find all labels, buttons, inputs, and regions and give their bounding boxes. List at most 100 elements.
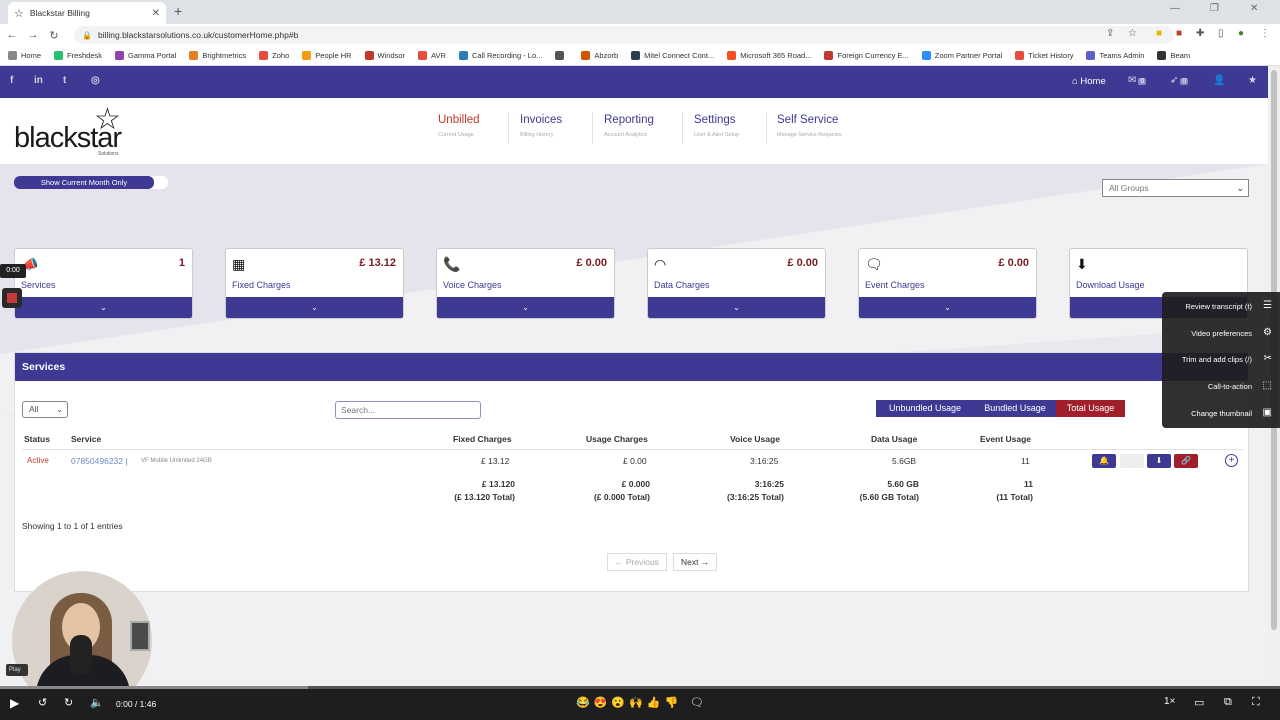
- mail-icon[interactable]: ✉ 0: [1128, 75, 1147, 86]
- bookmark-star-icon[interactable]: ☆: [1128, 28, 1137, 39]
- search-input[interactable]: [335, 401, 481, 419]
- card-expand-button[interactable]: ⌄: [437, 297, 614, 318]
- comment-icon[interactable]: 🗨: [690, 696, 704, 709]
- video-progress-bar[interactable]: [0, 686, 1280, 689]
- next-page-button[interactable]: Next →: [673, 553, 718, 571]
- play-icon[interactable]: ▶: [10, 696, 19, 710]
- twitter-icon[interactable]: t: [63, 75, 66, 86]
- bookmark-item[interactable]: [555, 51, 568, 60]
- bookmark-item[interactable]: Ticket History: [1015, 51, 1073, 60]
- bookmark-item[interactable]: People HR: [302, 51, 352, 60]
- puzzle-icon[interactable]: ✚: [1196, 28, 1204, 39]
- card-expand-button[interactable]: ⌄: [648, 297, 825, 318]
- disabled-action-button[interactable]: [1120, 454, 1144, 468]
- bookmark-item[interactable]: Abzorb: [581, 51, 618, 60]
- groups-select[interactable]: All Groups ⌄: [1102, 179, 1249, 197]
- column-header-status[interactable]: Status: [24, 434, 50, 444]
- bookmark-item[interactable]: Freshdesk: [54, 51, 102, 60]
- browser-menu-icon[interactable]: ⋮: [1260, 28, 1270, 39]
- facebook-icon[interactable]: f: [10, 75, 13, 86]
- call-to-action-item[interactable]: Call-to-action: [1208, 382, 1252, 391]
- instagram-icon[interactable]: ◎: [91, 75, 100, 86]
- minimize-icon[interactable]: —: [1170, 3, 1180, 14]
- nav-invoices[interactable]: Invoices Billing History: [520, 114, 562, 138]
- bookmark-item[interactable]: AVR: [418, 51, 446, 60]
- emoji-reactions[interactable]: 😂😍😮🙌👍👎: [576, 696, 682, 709]
- bookmark-item[interactable]: Teams Admin: [1086, 51, 1144, 60]
- previous-page-button[interactable]: ← Previous: [607, 553, 667, 571]
- total-usage-button[interactable]: Total Usage: [1056, 400, 1125, 417]
- service-number-link[interactable]: 07850496232 |: [71, 456, 128, 466]
- browser-tab[interactable]: ☆ Blackstar Billing ✕: [8, 2, 166, 24]
- reload-icon[interactable]: ↻: [45, 29, 63, 42]
- bookmark-item[interactable]: Beam: [1157, 51, 1190, 60]
- review-transcript-item[interactable]: Review transcript (t): [1185, 302, 1252, 311]
- fullscreen-icon[interactable]: ⛶: [1252, 696, 1260, 709]
- change-thumbnail-item[interactable]: Change thumbnail: [1191, 409, 1252, 418]
- nav-self-service[interactable]: Self Service Manage Service Requests: [777, 114, 842, 138]
- column-header-data-usage[interactable]: Data Usage: [871, 434, 917, 444]
- bookmark-item[interactable]: Brightmetrics: [189, 51, 246, 60]
- summary-card-fixed-charges[interactable]: ▦ £ 13.12 Fixed Charges ⌄: [225, 248, 404, 319]
- bookmark-item[interactable]: Foreign Currency E...: [824, 51, 909, 60]
- forward-icon[interactable]: →: [24, 29, 42, 41]
- column-header-usage-charges[interactable]: Usage Charges: [586, 434, 648, 444]
- nav-settings[interactable]: Settings User & Alert Setup: [694, 114, 739, 138]
- column-header-voice-usage[interactable]: Voice Usage: [730, 434, 780, 444]
- forward-icon[interactable]: ↻: [64, 696, 73, 709]
- user-icon[interactable]: 👤: [1213, 75, 1225, 86]
- extension-icon[interactable]: ■: [1156, 28, 1162, 39]
- close-window-icon[interactable]: ✕: [1250, 3, 1258, 14]
- card-expand-button[interactable]: ⌄: [15, 297, 192, 318]
- close-tab-icon[interactable]: ✕: [152, 8, 160, 19]
- alert-bell-button[interactable]: 🔔: [1092, 454, 1116, 468]
- new-tab-icon[interactable]: +: [174, 3, 182, 19]
- extension-icon[interactable]: ■: [1176, 28, 1182, 39]
- status-filter-select[interactable]: All ⌄: [22, 401, 68, 418]
- current-month-toggle[interactable]: Show Current Month Only: [14, 176, 168, 189]
- favourite-star-icon[interactable]: ★: [1248, 75, 1257, 86]
- bookmark-item[interactable]: Home: [8, 51, 41, 60]
- back-icon[interactable]: ←: [3, 29, 21, 41]
- restore-icon[interactable]: ❐: [1210, 3, 1219, 14]
- summary-card-voice-charges[interactable]: 📞 £ 0.00 Voice Charges ⌄: [436, 248, 615, 319]
- summary-card-data-charges[interactable]: ◠ £ 0.00 Data Charges ⌄: [647, 248, 826, 319]
- summary-card-services[interactable]: 📣 1 Services ⌄: [14, 248, 193, 319]
- link-button[interactable]: 🔗: [1174, 454, 1198, 468]
- column-header-event-usage[interactable]: Event Usage: [980, 434, 1031, 444]
- linkedin-icon[interactable]: in: [34, 75, 43, 86]
- column-header-service[interactable]: Service: [71, 434, 101, 444]
- stop-recording-button[interactable]: [2, 288, 22, 308]
- nav-reporting[interactable]: Reporting Account Analytics: [604, 114, 654, 138]
- bookmark-item[interactable]: Zoho: [259, 51, 289, 60]
- volume-icon[interactable]: 🔈: [90, 696, 104, 709]
- bookmark-item[interactable]: Zoom Partner Portal: [921, 51, 1002, 60]
- card-expand-button[interactable]: ⌄: [226, 297, 403, 318]
- bookmark-item[interactable]: Mitel Connect Cont...: [631, 51, 714, 60]
- unbundled-usage-button[interactable]: Unbundled Usage: [876, 400, 974, 417]
- column-header-fixed-charges[interactable]: Fixed Charges: [453, 434, 512, 444]
- bookmark-item[interactable]: Windsor: [364, 51, 405, 60]
- bookmark-item[interactable]: Microsoft 365 Road...: [727, 51, 811, 60]
- profile-avatar[interactable]: ●: [1238, 28, 1244, 39]
- expand-row-icon[interactable]: +: [1225, 454, 1238, 467]
- home-link[interactable]: ⌂ Home: [1072, 76, 1106, 87]
- trim-clips-item[interactable]: Trim and add clips (/): [1182, 355, 1252, 364]
- summary-card-event-charges[interactable]: 🗨 £ 0.00 Event Charges ⌄: [858, 248, 1037, 319]
- blackstar-logo[interactable]: blackstar ☆ Solutions: [14, 103, 134, 160]
- card-expand-button[interactable]: ⌄: [859, 297, 1036, 318]
- theater-mode-icon[interactable]: ▭: [1194, 696, 1204, 709]
- share-icon[interactable]: ⇪: [1106, 28, 1114, 39]
- nav-unbilled[interactable]: Unbilled Current Usage: [438, 114, 480, 138]
- video-preferences-item[interactable]: Video preferences: [1191, 329, 1252, 338]
- picture-in-picture-icon[interactable]: ⧉: [1224, 696, 1232, 709]
- rocket-icon[interactable]: ➶ 0: [1170, 75, 1189, 86]
- bookmark-item[interactable]: Gamma Portal: [115, 51, 176, 60]
- download-button[interactable]: ⬇: [1147, 454, 1171, 468]
- rewind-icon[interactable]: ↺: [38, 696, 47, 709]
- url-field[interactable]: 🔒 billing.blackstarsolutions.co.uk/custo…: [74, 26, 1174, 44]
- sidepanel-icon[interactable]: ▯: [1218, 28, 1224, 39]
- bookmark-item[interactable]: Call Recording - Lo...: [458, 51, 542, 60]
- playback-speed-button[interactable]: 1×: [1164, 696, 1175, 707]
- bundled-usage-button[interactable]: Bundled Usage: [974, 400, 1056, 417]
